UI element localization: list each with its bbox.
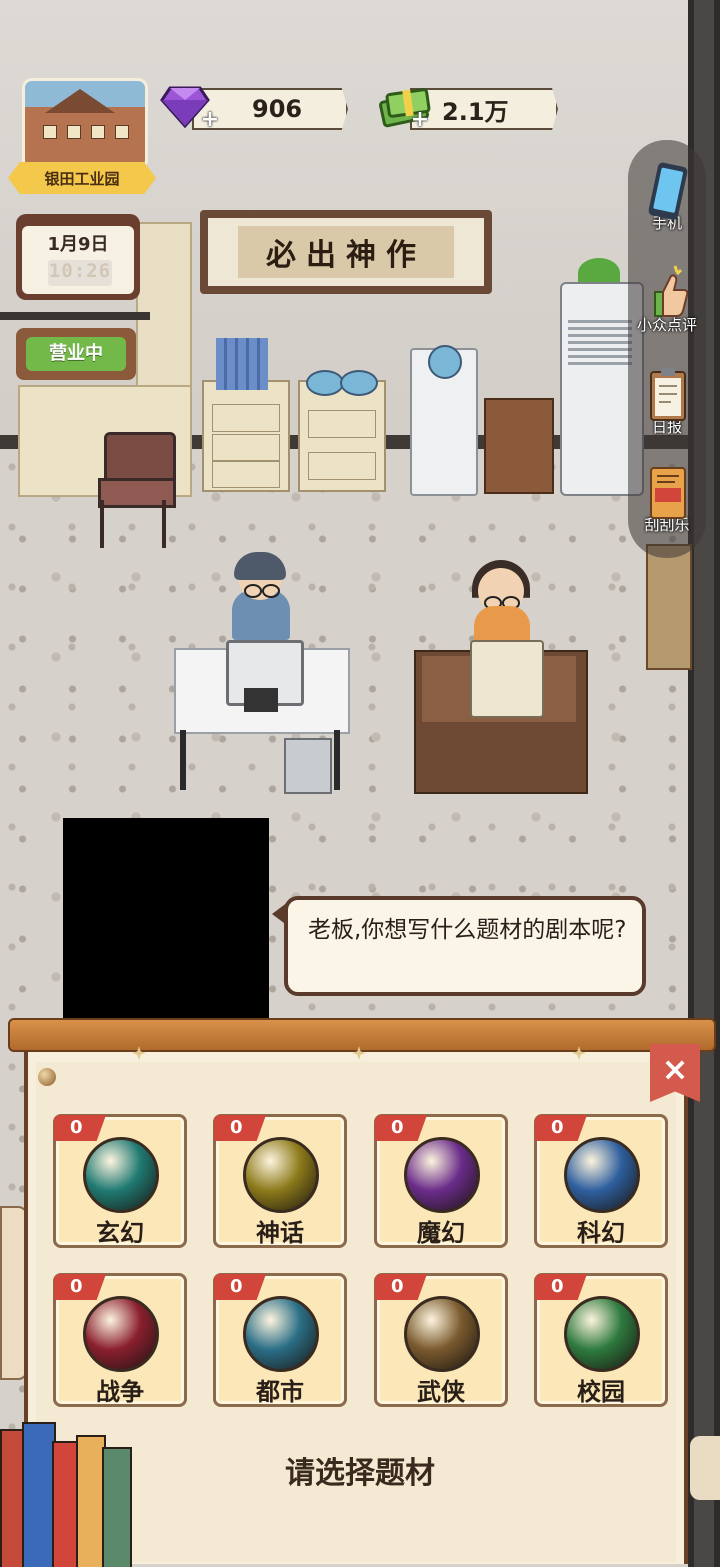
open-status-label: 营业中 [26,337,126,371]
glasses [244,584,262,598]
genre-label: 战争 [96,1378,144,1406]
genre-card-dushi[interactable]: 0 都市 [213,1273,347,1407]
genre-label: 校园 [577,1378,625,1406]
scratch-card-icon [645,462,689,520]
tall-shelf [136,222,192,396]
genre-count: 0 [54,1274,106,1300]
glasses [262,584,280,598]
genre-count: 0 [375,1274,427,1300]
crt-computer [470,640,544,718]
dialog-text: 老板,你想写什么题材的剧本呢? [308,917,627,943]
chair-leg [100,500,104,548]
genre-card-kehuan[interactable]: 0 科幻 [534,1114,668,1248]
select-genre-prompt: 请选择题材 [285,1456,435,1491]
side-table [484,398,554,494]
cash-value: 2.1万 [442,97,509,126]
genre-label: 魔幻 [417,1219,465,1247]
binder-books [216,338,268,390]
add-cash-icon[interactable]: + [410,109,430,131]
genre-label: 神话 [256,1219,304,1247]
chair [104,432,176,482]
genre-count: 0 [214,1274,266,1300]
tin-box [340,370,378,396]
open-status-sign[interactable]: 营业中 [16,328,136,380]
building-thumbnail [22,78,148,170]
genre-card-wuxia[interactable]: 0 武侠 [374,1273,508,1407]
panel-top-bar [8,1018,716,1052]
genre-count: 0 [535,1274,587,1300]
bamboo-hat-icon [404,1296,480,1372]
hexagram-icon [404,1137,480,1213]
gems-value: 906 [252,95,303,123]
clipboard-icon [645,364,689,422]
pistol-icon [83,1296,159,1372]
calligraphy-text: 必出神作 [238,226,454,278]
panel-edge [690,1436,720,1500]
monitor-stand [244,688,278,712]
genre-count: 0 [54,1115,106,1141]
genre-card-xuanhuan[interactable]: 0 玄幻 [53,1114,187,1248]
genre-card-xiaoyuan[interactable]: 0 校园 [534,1273,668,1407]
ufo-icon [564,1137,640,1213]
genre-card-mohuan[interactable]: 0 魔幻 [374,1114,508,1248]
close-icon: × [661,1050,689,1088]
phone-icon [645,160,689,220]
sign-bar [0,312,150,320]
genre-label: 科幻 [577,1219,625,1247]
drawer-unit [202,380,290,492]
genre-card-shenhua[interactable]: 0 神话 [213,1114,347,1248]
city-icon [243,1296,319,1372]
calendar-date: 1月9日 [47,234,109,255]
calendar-time: 10:26 [48,260,112,286]
tin-box [306,370,344,396]
side-menu-phone[interactable]: 手机 [628,160,706,233]
add-gems-icon[interactable]: + [200,109,220,131]
dialog-bubble: 老板,你想写什么题材的剧本呢? [284,896,646,996]
pc-tower [284,738,332,794]
calligraphy-frame: 必出神作 [200,210,492,294]
thumbs-up-icon [645,262,689,320]
ac-grill [568,320,632,368]
bead-decoration [38,1068,56,1086]
location-card[interactable]: 银田工业园 [8,78,156,198]
genre-card-zhanzheng[interactable]: 0 战争 [53,1273,187,1407]
drawer-unit [298,380,386,492]
books-decoration [0,1422,148,1567]
calendar-widget: 1月9日 10:26 [16,214,140,300]
genre-label: 武侠 [417,1378,465,1406]
tin-box [428,345,462,379]
genre-count: 0 [214,1115,266,1141]
genre-count: 0 [375,1115,427,1141]
genre-count: 0 [535,1115,587,1141]
meditation-icon [83,1137,159,1213]
genre-label: 玄幻 [96,1219,144,1247]
side-menu-scratch-card[interactable]: 刮刮乐 [628,462,706,535]
side-menu-daily-report[interactable]: 日报 [628,364,706,437]
desk-leg [334,730,340,790]
chair-leg [162,500,166,548]
redacted-region [63,818,269,1018]
location-name: 银田工业园 [8,162,156,194]
genre-label: 都市 [256,1378,304,1406]
door [646,544,692,670]
uniform-icon [564,1296,640,1372]
side-menu-reviews[interactable]: 小众点评 [628,262,706,335]
desk-leg [180,730,186,790]
halo-icon [243,1137,319,1213]
